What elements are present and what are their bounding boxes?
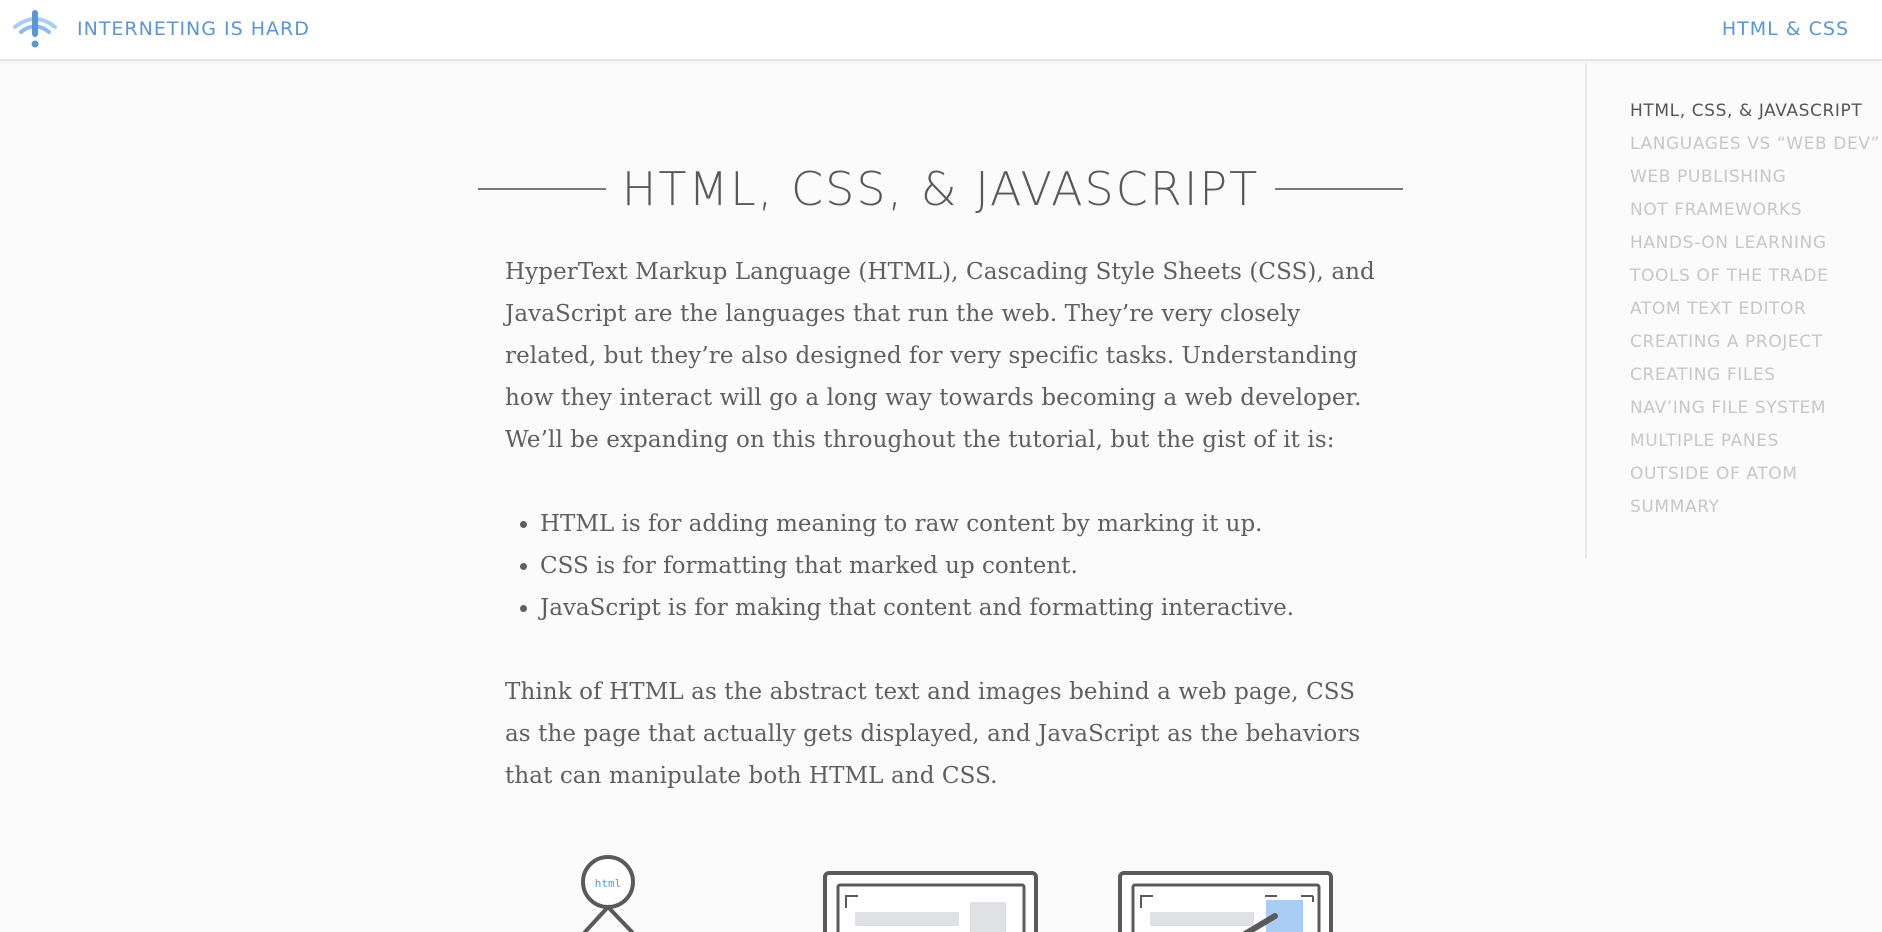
html-figure-illustration: html [581, 855, 635, 932]
list-item: JavaScript is for making that content an… [540, 587, 1375, 629]
site-header: Interneting is Hard HTML & CSS [0, 0, 1882, 61]
nav-html-css-link[interactable]: HTML & CSS [1722, 18, 1849, 40]
toc-item-creating-a-project[interactable]: Creating a Project [1630, 332, 1823, 352]
css-page-illustration [823, 871, 1038, 932]
article-body: HyperText Markup Language (HTML), Cascad… [505, 251, 1375, 797]
intro-paragraph: HyperText Markup Language (HTML), Cascad… [505, 259, 1375, 453]
toc-item-atom-text-editor[interactable]: Atom Text Editor [1630, 299, 1806, 319]
javascript-page-illustration [1118, 871, 1333, 932]
title-divider-right [1275, 188, 1403, 190]
list-item: CSS is for formatting that marked up con… [540, 545, 1375, 587]
toc-item-not-frameworks[interactable]: Not Frameworks [1630, 200, 1802, 220]
page-title: HTML, CSS, & JavaScript [621, 162, 1260, 216]
html-label: html [595, 877, 622, 890]
title-divider-left [478, 188, 606, 190]
toc-item-summary[interactable]: Summary [1630, 497, 1720, 517]
toc-item-languages-vs-web-dev[interactable]: Languages vs “Web Dev” [1630, 134, 1880, 154]
toc-item-outside-of-atom[interactable]: Outside of Atom [1630, 464, 1798, 484]
toc-item-hands-on-learning[interactable]: Hands-on Learning [1630, 233, 1827, 253]
toc-item-html-css-javascript[interactable]: HTML, CSS, & JavaScript [1630, 101, 1862, 121]
page-title-block: HTML, CSS, & JavaScript [478, 160, 1403, 218]
toc-item-web-publishing[interactable]: Web Publishing [1630, 167, 1786, 187]
outro-paragraph: Think of HTML as the abstract text and i… [505, 679, 1361, 789]
toc-item-tools-of-the-trade[interactable]: Tools of the Trade [1630, 266, 1828, 286]
toc-item-multiple-panes[interactable]: Multiple Panes [1630, 431, 1779, 451]
site-title-link[interactable]: Interneting is Hard [77, 18, 310, 40]
table-of-contents: HTML, CSS, & JavaScript Languages vs “We… [1585, 63, 1882, 558]
interneting-is-hard-logo-icon[interactable] [12, 7, 58, 49]
toc-item-naving-file-system[interactable]: Nav’ing File System [1630, 398, 1826, 418]
toc-item-creating-files[interactable]: Creating Files [1630, 365, 1776, 385]
bullet-list: HTML is for adding meaning to raw conten… [505, 503, 1375, 629]
list-item: HTML is for adding meaning to raw conten… [540, 503, 1375, 545]
